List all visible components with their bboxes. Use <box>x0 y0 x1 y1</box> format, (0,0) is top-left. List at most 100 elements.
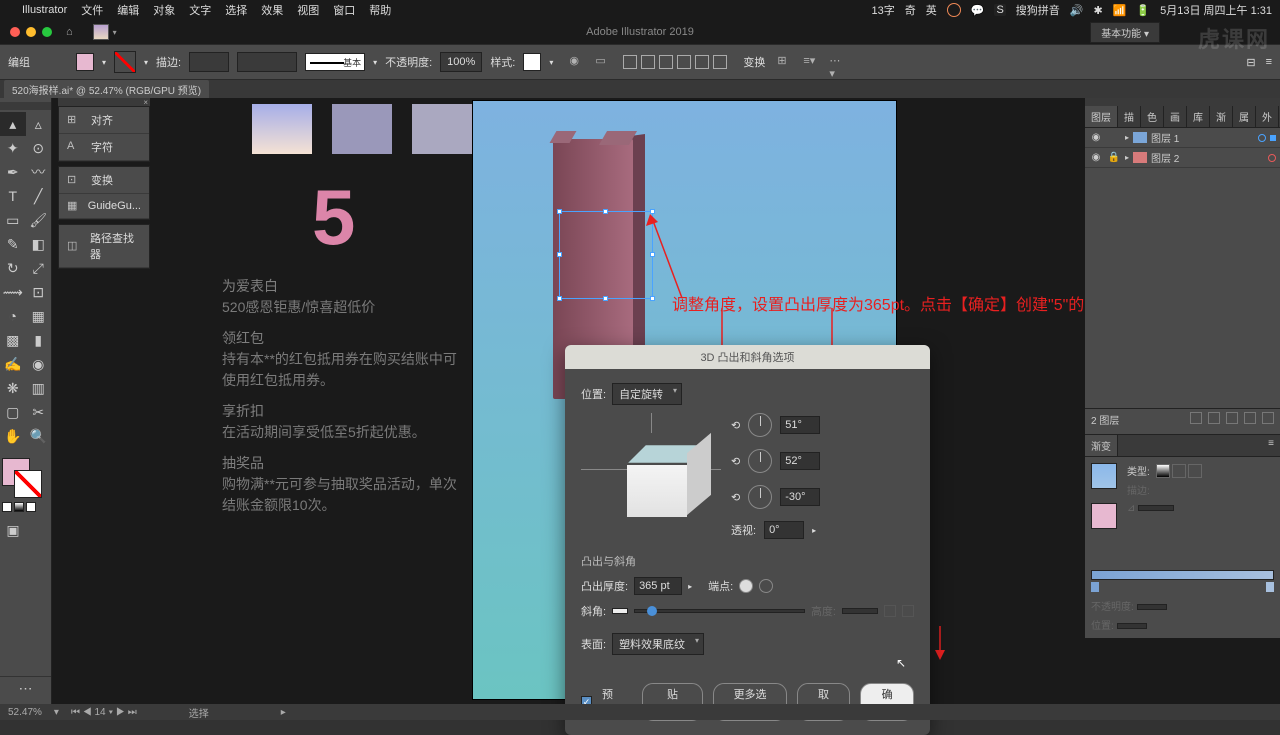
gradient-slider[interactable] <box>1091 570 1274 580</box>
shape-builder-tool[interactable]: ◔ <box>0 304 26 328</box>
artboard-nav[interactable]: ⏮ ◀ 14 ▾ ▶ ⏭ <box>71 707 137 718</box>
zoom-tool[interactable]: 🔍 <box>26 424 52 448</box>
opacity-input[interactable]: 100% <box>440 52 482 72</box>
fullscreen-window-icon[interactable] <box>42 27 52 37</box>
position-dropdown[interactable]: 自定旋转 <box>612 383 682 405</box>
perspective-input[interactable]: 0° <box>764 521 804 539</box>
perspective-tool[interactable]: ▦ <box>26 304 52 328</box>
stroke-swatch[interactable] <box>114 51 136 73</box>
stroke-profile[interactable] <box>237 52 297 72</box>
bevel-swatch[interactable] <box>612 608 628 614</box>
tab-5[interactable]: 渐 <box>1210 106 1233 127</box>
doc-swatch-icon[interactable] <box>93 24 109 40</box>
close-window-icon[interactable] <box>10 27 20 37</box>
layer-row-1[interactable]: ◉ ▸ 图层 1 <box>1085 128 1280 148</box>
zoom-level[interactable]: 52.47% <box>8 707 42 718</box>
new-sublayer-icon[interactable] <box>1226 412 1238 424</box>
menu-help[interactable]: 帮助 <box>369 2 391 18</box>
home-icon[interactable]: ⌂ <box>66 26 73 38</box>
status-ime2[interactable]: 英 <box>926 2 937 18</box>
status-ime1[interactable]: 奇 <box>905 2 916 18</box>
cap-off-icon[interactable] <box>759 579 773 593</box>
slice-tool[interactable]: ✂ <box>26 400 52 424</box>
menu-edit[interactable]: 编辑 <box>117 2 139 18</box>
wechat-icon[interactable]: 💬 <box>971 4 985 17</box>
tab-7[interactable]: 外 <box>1256 106 1279 127</box>
tab-6[interactable]: 属 <box>1233 106 1256 127</box>
symbol-sprayer-tool[interactable]: ❋ <box>0 376 26 400</box>
make-clip-icon[interactable] <box>1208 412 1220 424</box>
type-tool[interactable]: T <box>0 184 26 208</box>
floating-panel[interactable]: × ⊞对齐 A字符 ⊡变换 ▦GuideGu... ◫路径查找器 <box>58 98 150 269</box>
stroke-weight-input[interactable] <box>189 52 229 72</box>
gradient-stop-2[interactable] <box>1266 582 1274 592</box>
artboard-tool[interactable]: ▢ <box>0 400 26 424</box>
selection-bounds[interactable] <box>559 211 653 299</box>
eraser-tool[interactable]: ◧ <box>26 232 52 256</box>
selection-tool[interactable]: ▴ <box>0 112 26 136</box>
tab-1[interactable]: 描 <box>1118 106 1141 127</box>
radial-grad-icon[interactable] <box>1172 464 1186 478</box>
line-tool[interactable]: ╱ <box>26 184 52 208</box>
layers-tab[interactable]: 图层 <box>1085 106 1118 127</box>
menu-window[interactable]: 窗口 <box>333 2 355 18</box>
rot-x-dial[interactable] <box>748 413 772 437</box>
stroke-color[interactable] <box>14 470 42 498</box>
delete-layer-icon[interactable] <box>1262 412 1274 424</box>
visibility-icon[interactable]: ◉ <box>1089 152 1103 163</box>
arrange-icon[interactable]: ≡▾ <box>803 54 819 70</box>
panel-menu-icon[interactable]: ≡ <box>1266 56 1272 69</box>
gradient-swatch[interactable] <box>1091 463 1117 489</box>
curvature-tool[interactable]: 〰 <box>26 160 52 184</box>
align-icon[interactable]: ▭ <box>595 54 611 70</box>
menu-view[interactable]: 视图 <box>297 2 319 18</box>
rectangle-tool[interactable]: ▭ <box>0 208 26 232</box>
linear-grad-icon[interactable] <box>1156 464 1170 478</box>
gradient-tool[interactable]: ▮ <box>26 328 52 352</box>
more-icon[interactable]: ⋯▾ <box>829 54 845 70</box>
transform-panel-tab[interactable]: ⊡变换 <box>59 167 149 194</box>
rot-z-input[interactable]: -30° <box>780 488 820 506</box>
blend-tool[interactable]: ◉ <box>26 352 52 376</box>
rot-z-dial[interactable] <box>748 485 772 509</box>
menu-effect[interactable]: 效果 <box>261 2 283 18</box>
workspace-dropdown[interactable]: 基本功能 ▾ <box>1090 22 1160 43</box>
rot-y-dial[interactable] <box>748 449 772 473</box>
visibility-icon[interactable]: ◉ <box>1089 132 1103 143</box>
record-icon[interactable] <box>947 3 961 17</box>
direct-selection-tool[interactable]: ▵ <box>26 112 52 136</box>
panel-toggle-icon[interactable]: ⊟ <box>1246 56 1255 69</box>
fill-swatch[interactable] <box>76 53 94 71</box>
pathfinder-panel-tab[interactable]: ◫路径查找器 <box>59 225 149 268</box>
depth-input[interactable]: 365 pt <box>634 577 682 595</box>
none-mode-icon[interactable] <box>26 502 36 512</box>
hand-tool[interactable]: ✋ <box>0 424 26 448</box>
eyedropper-tool[interactable]: ✍ <box>0 352 26 376</box>
magic-wand-tool[interactable]: ✦ <box>0 136 26 160</box>
edit-toolbar[interactable]: ⋯ <box>0 676 51 700</box>
wifi-icon[interactable]: 📶 <box>1113 4 1127 17</box>
width-tool[interactable]: ⟿ <box>0 280 26 304</box>
new-layer-icon[interactable] <box>1244 412 1256 424</box>
bevel-out-icon[interactable] <box>902 605 914 617</box>
align-buttons[interactable] <box>623 55 727 69</box>
menu-file[interactable]: 文件 <box>81 2 103 18</box>
align-panel-tab[interactable]: ⊞对齐 <box>59 107 149 134</box>
cap-on-icon[interactable] <box>739 579 753 593</box>
surface-dropdown[interactable]: 塑料效果底纹 <box>612 633 704 655</box>
document-tab[interactable]: 520海报样.ai* @ 52.47% (RGB/GPU 预览) <box>4 80 209 99</box>
screen-mode-tool[interactable]: ▣ <box>0 518 26 542</box>
style-swatch[interactable] <box>523 53 541 71</box>
sogou-label[interactable]: 搜狗拼音 <box>1016 2 1060 18</box>
bevel-slider[interactable] <box>634 609 805 613</box>
paintbrush-tool[interactable]: 🖌 <box>26 208 52 232</box>
brush-def[interactable]: 基本 <box>305 53 365 71</box>
menu-select[interactable]: 选择 <box>225 2 247 18</box>
menu-type[interactable]: 文字 <box>189 2 211 18</box>
graph-tool[interactable]: ▥ <box>26 376 52 400</box>
shaper-tool[interactable]: ✎ <box>0 232 26 256</box>
layer-row-2[interactable]: ◉ 🔒 ▸ 图层 2 <box>1085 148 1280 168</box>
scale-tool[interactable]: ⤢ <box>26 256 52 280</box>
lock-icon[interactable]: 🔒 <box>1107 152 1121 163</box>
tab-4[interactable]: 库 <box>1187 106 1210 127</box>
